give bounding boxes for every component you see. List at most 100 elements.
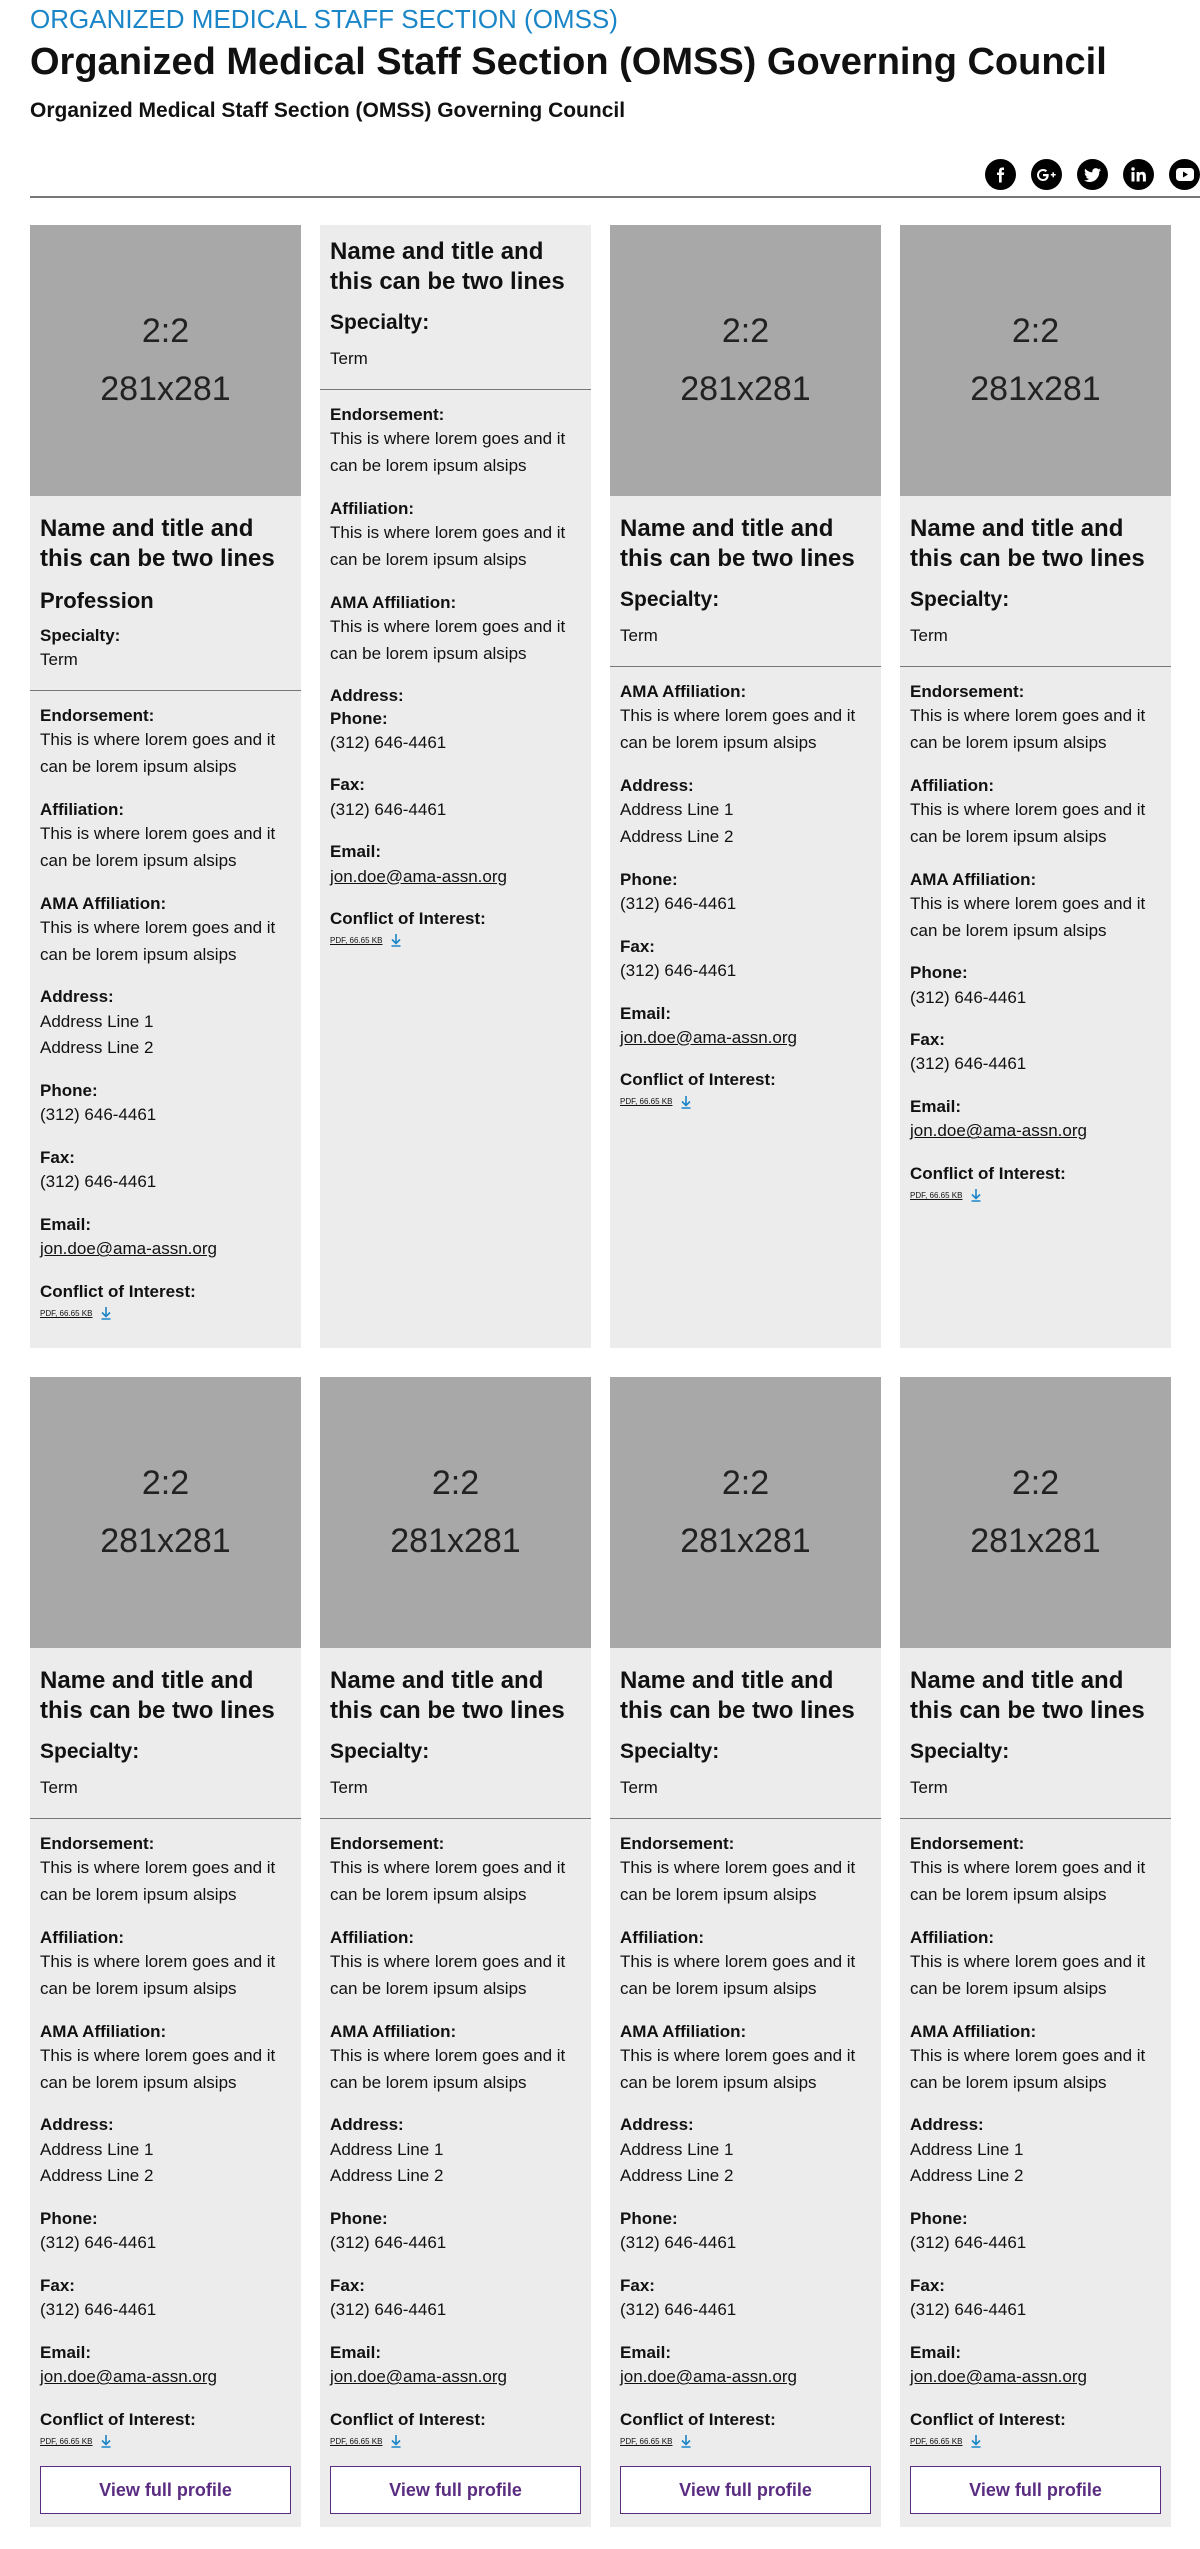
affiliation-label: Affiliation:: [620, 1927, 705, 1947]
email-link[interactable]: jon.doe@ama-assn.org: [40, 2367, 217, 2386]
conflict-label: Conflict of Interest:: [910, 2410, 1066, 2430]
download-icon[interactable]: [680, 1095, 692, 1109]
address-line-2: Address Line 2: [910, 2166, 1024, 2186]
email-link[interactable]: jon.doe@ama-assn.org: [330, 867, 507, 886]
member-card: 2:2 281x281 Name and title and this can b…: [320, 1377, 591, 2527]
address-label: Address:: [40, 2115, 114, 2135]
email-label: Email:: [40, 1215, 92, 1235]
pdf-link[interactable]: PDF, 66.65 KB: [40, 2437, 92, 2446]
member-card: 2:2 281x281 Name and title and this can …: [610, 225, 881, 1348]
email-link[interactable]: jon.doe@ama-assn.org: [910, 1121, 1087, 1140]
pdf-link[interactable]: PDF, 66.65 KB: [620, 2437, 672, 2446]
email-link[interactable]: jon.doe@ama-assn.org: [40, 1239, 217, 1258]
email-label: Email:: [40, 2343, 92, 2363]
endorsement-value: This is where lorem goes and it can be l…: [910, 706, 1146, 752]
conflict-label: Conflict of Interest:: [330, 2410, 486, 2430]
email-link[interactable]: jon.doe@ama-assn.org: [620, 1028, 797, 1047]
specialty-label: Specialty:: [330, 1740, 430, 1763]
email-label: Email:: [620, 1003, 672, 1023]
view-full-profile-button[interactable]: View full profile: [330, 2466, 581, 2515]
photo-ratio: 2:2: [141, 311, 190, 350]
ama-affiliation-label: AMA Affiliation:: [330, 592, 457, 612]
phone-value: (312) 646-4461: [620, 893, 737, 913]
email-link[interactable]: jon.doe@ama-assn.org: [910, 2367, 1087, 2386]
member-name: Name and title and this can be two lines: [40, 515, 275, 572]
view-full-profile-button[interactable]: View full profile: [40, 2466, 291, 2515]
endorsement-value: This is where lorem goes and it can be l…: [330, 429, 566, 475]
ama-affiliation-value: This is where lorem goes and it can be l…: [40, 917, 276, 964]
linkedin-icon[interactable]: [1123, 159, 1154, 190]
fax-value: (312) 646-4461: [910, 1054, 1027, 1074]
facebook-icon[interactable]: [985, 159, 1016, 190]
conflict-label: Conflict of Interest:: [40, 1282, 196, 1302]
phone-label: Phone:: [910, 963, 968, 983]
affiliation-label: Affiliation:: [910, 1927, 995, 1947]
fax-label: Fax:: [330, 2276, 365, 2296]
affiliation-value: This is where lorem goes and it can be l…: [910, 799, 1146, 846]
fax-value: (312) 646-4461: [40, 2300, 157, 2320]
address-line-1: Address Line 1: [40, 2139, 154, 2159]
download-icon[interactable]: [390, 933, 402, 948]
endorsement-label: Endorsement:: [330, 1834, 445, 1853]
specialty-term: Term: [910, 626, 948, 645]
email-label: Email:: [330, 842, 382, 862]
pdf-link[interactable]: PDF, 66.65 KB: [330, 2437, 382, 2446]
address-line-2: Address Line 2: [330, 2166, 444, 2186]
ama-affiliation-label: AMA Affiliation:: [910, 869, 1037, 889]
member-card: 2:2 281x281 Name and title and this can b…: [610, 1377, 881, 2527]
view-full-profile-button[interactable]: View full profile: [910, 2466, 1161, 2515]
download-icon[interactable]: [680, 2434, 692, 2449]
council-row-1: 2:2 281x281 Name and title and this can …: [30, 225, 1200, 1348]
google-plus-icon[interactable]: [1031, 159, 1062, 190]
endorsement-label: Endorsement:: [40, 706, 155, 725]
affiliation-value: This is where lorem goes and it can be l…: [620, 1951, 856, 1998]
fax-label: Fax:: [40, 2276, 75, 2296]
youtube-icon[interactable]: [1169, 159, 1200, 190]
fax-value: (312) 646-4461: [910, 2300, 1027, 2320]
view-full-profile-button[interactable]: View full profile: [620, 2466, 871, 2515]
photo-ratio: 2:2: [1011, 1463, 1060, 1502]
phone-value: (312) 646-4461: [910, 2233, 1027, 2253]
conflict-label: Conflict of Interest:: [40, 2410, 196, 2430]
fax-value: (312) 646-4461: [330, 2300, 447, 2320]
download-icon[interactable]: [970, 1188, 982, 1203]
photo-placeholder: 2:2 281x281: [900, 1377, 1171, 1648]
social-links: [985, 159, 1200, 190]
member-name: Name and title and this can be two lines: [620, 1667, 855, 1724]
specialty-term: Term: [40, 1778, 78, 1797]
email-label: Email:: [330, 2343, 382, 2363]
address-line-1: Address Line 1: [40, 1011, 154, 1031]
pdf-link[interactable]: PDF, 66.65 KB: [910, 1191, 962, 1200]
pdf-link[interactable]: PDF, 66.65 KB: [330, 936, 382, 945]
email-link[interactable]: jon.doe@ama-assn.org: [620, 2367, 797, 2386]
phone-value: (312) 646-4461: [330, 732, 447, 752]
photo-ratio: 2:2: [1011, 311, 1060, 350]
fax-label: Fax:: [620, 2276, 655, 2296]
pdf-link[interactable]: PDF, 66.65 KB: [620, 1097, 672, 1106]
email-label: Email:: [910, 2343, 962, 2363]
member-name: Name and title and this can be two lines: [620, 515, 855, 572]
fax-label: Fax:: [910, 2276, 945, 2296]
endorsement-label: Endorsement:: [910, 1834, 1025, 1853]
photo-ratio: 2:2: [141, 1463, 190, 1502]
download-icon[interactable]: [100, 2434, 112, 2449]
twitter-icon[interactable]: [1077, 159, 1108, 190]
photo-placeholder: 2:2 281x281: [320, 1377, 591, 1648]
member-card: 2:2 281x281 Name and title and this can b…: [30, 1377, 301, 2527]
ama-affiliation-label: AMA Affiliation:: [910, 2021, 1037, 2041]
section-eyebrow: ORGANIZED MEDICAL STAFF SECTION (OMSS): [30, 4, 618, 34]
conflict-label: Conflict of Interest:: [620, 1070, 776, 1090]
download-icon[interactable]: [390, 2434, 402, 2449]
ama-affiliation-value: This is where lorem goes and it can be l…: [40, 2045, 276, 2092]
download-icon[interactable]: [970, 2434, 982, 2449]
affiliation-label: Affiliation:: [40, 799, 125, 819]
email-label: Email:: [910, 1097, 962, 1117]
phone-value: (312) 646-4461: [910, 987, 1027, 1007]
pdf-link[interactable]: PDF, 66.65 KB: [40, 1309, 92, 1318]
phone-label: Phone:: [330, 2209, 388, 2229]
pdf-link[interactable]: PDF, 66.65 KB: [910, 2437, 962, 2446]
download-icon[interactable]: [100, 1306, 112, 1321]
member-name: Name and title and this can be two lines: [40, 1667, 275, 1724]
photo-placeholder: 2:2 281x281: [30, 1377, 301, 1648]
email-link[interactable]: jon.doe@ama-assn.org: [330, 2367, 507, 2386]
